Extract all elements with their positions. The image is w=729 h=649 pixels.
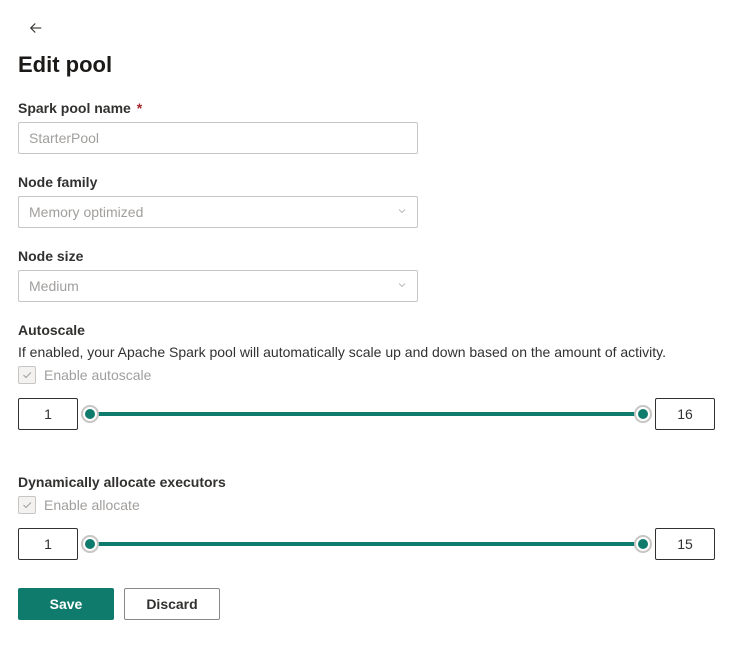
required-marker: * xyxy=(137,100,142,116)
autoscale-thumb-min[interactable] xyxy=(81,405,99,423)
node-family-label: Node family xyxy=(18,174,711,190)
arrow-left-icon xyxy=(27,19,45,37)
autoscale-label: Autoscale xyxy=(18,322,711,338)
pool-name-label-text: Spark pool name xyxy=(18,100,131,116)
slider-track xyxy=(90,542,643,546)
allocate-max-input[interactable] xyxy=(655,528,715,560)
autoscale-checkbox-label: Enable autoscale xyxy=(44,367,151,383)
field-node-size: Node size Medium xyxy=(18,248,711,302)
allocate-slider[interactable] xyxy=(90,534,643,554)
node-size-select[interactable]: Medium xyxy=(18,270,418,302)
allocate-min-input[interactable] xyxy=(18,528,78,560)
allocate-thumb-min[interactable] xyxy=(81,535,99,553)
discard-button[interactable]: Discard xyxy=(124,588,220,620)
allocate-thumb-max[interactable] xyxy=(634,535,652,553)
pool-name-label: Spark pool name * xyxy=(18,100,711,116)
node-size-label: Node size xyxy=(18,248,711,264)
field-node-family: Node family Memory optimized xyxy=(18,174,711,228)
back-button[interactable] xyxy=(20,12,52,44)
autoscale-max-input[interactable] xyxy=(655,398,715,430)
allocate-checkbox-label: Enable allocate xyxy=(44,497,140,513)
node-size-value: Medium xyxy=(29,278,79,294)
save-button[interactable]: Save xyxy=(18,588,114,620)
slider-track xyxy=(90,412,643,416)
pool-name-input[interactable] xyxy=(18,122,418,154)
page-title: Edit pool xyxy=(18,52,711,78)
check-icon xyxy=(21,499,33,511)
node-family-value: Memory optimized xyxy=(29,204,143,220)
autoscale-checkbox[interactable] xyxy=(18,366,36,384)
field-allocate: Dynamically allocate executors Enable al… xyxy=(18,474,711,560)
node-family-select[interactable]: Memory optimized xyxy=(18,196,418,228)
autoscale-slider[interactable] xyxy=(90,404,643,424)
field-autoscale: Autoscale If enabled, your Apache Spark … xyxy=(18,322,711,430)
allocate-label: Dynamically allocate executors xyxy=(18,474,711,490)
allocate-checkbox[interactable] xyxy=(18,496,36,514)
field-pool-name: Spark pool name * xyxy=(18,100,711,154)
autoscale-thumb-max[interactable] xyxy=(634,405,652,423)
autoscale-description: If enabled, your Apache Spark pool will … xyxy=(18,344,711,360)
check-icon xyxy=(21,369,33,381)
autoscale-min-input[interactable] xyxy=(18,398,78,430)
